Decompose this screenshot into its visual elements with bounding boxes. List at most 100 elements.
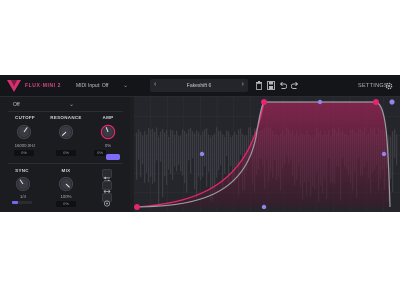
waveform-bar <box>136 132 138 180</box>
waveform-bar <box>156 127 158 161</box>
midi-input-label: MIDI Input: Off <box>76 83 109 89</box>
target-button[interactable] <box>102 193 112 207</box>
curve-handle[interactable] <box>381 151 387 157</box>
waveform-bar <box>142 135 144 165</box>
waveform-bar <box>206 128 208 187</box>
waveform-bar <box>140 132 142 178</box>
waveform-bar <box>172 130 174 180</box>
waveform-bar <box>230 136 232 166</box>
waveform-bar <box>154 131 156 183</box>
top-bar: FLUX·MINI 2 MIDI Input: Off ⌄ ‹ Fakeshif… <box>0 75 400 97</box>
waveform-bar <box>218 130 220 171</box>
waveform-bar <box>190 127 192 174</box>
envelope-point[interactable] <box>134 204 140 210</box>
cutoff-label: CUTOFF <box>15 115 35 120</box>
divider <box>8 163 123 164</box>
amp-knob[interactable] <box>100 124 116 140</box>
waveform-bar <box>208 134 210 172</box>
waveform-bar <box>162 128 164 197</box>
settings-button[interactable]: SETTINGS <box>358 83 388 89</box>
mix-mod-amount[interactable]: 0% <box>56 201 76 207</box>
preset-name[interactable]: Fakeshift 6 <box>150 83 248 89</box>
sync-knob[interactable] <box>15 176 31 192</box>
waveform-bar <box>178 136 180 165</box>
waveform-bar <box>158 136 160 204</box>
mix-knob[interactable] <box>58 176 74 192</box>
waveform-bar <box>236 134 238 166</box>
collapse-button[interactable] <box>102 169 112 183</box>
resonance-knob[interactable] <box>58 124 74 140</box>
waveform-bar <box>392 131 394 193</box>
save-icon[interactable] <box>267 81 275 90</box>
preset-bar: ‹ Fakeshift 6 › <box>150 79 248 92</box>
target-icon <box>104 200 110 207</box>
envelope-point[interactable] <box>373 99 379 105</box>
waveform-bar <box>394 129 396 158</box>
waveform-bar <box>390 136 392 179</box>
waveform-bar <box>184 131 186 184</box>
undo-icon[interactable] <box>279 81 287 90</box>
chevron-down-icon: ⌄ <box>122 83 128 89</box>
gear-icon[interactable] <box>385 82 393 90</box>
waveform-bar <box>144 131 146 183</box>
envelope-editor[interactable] <box>134 97 400 212</box>
cutoff-value: 16000.0Hz <box>14 143 36 148</box>
sync-label: SYNC <box>15 168 29 173</box>
logo-icon <box>7 80 21 92</box>
waveform-bar <box>192 131 194 159</box>
trash-icon[interactable] <box>255 81 263 90</box>
amp-mod-toggle[interactable] <box>106 154 120 160</box>
waveform-bar <box>168 136 170 170</box>
curve-handle[interactable] <box>317 99 323 105</box>
curve-handle[interactable] <box>261 204 267 210</box>
waveform-bar <box>220 130 222 166</box>
resonance-label: RESONANCE <box>50 115 82 120</box>
waveform-bar <box>200 135 202 181</box>
midi-input-select[interactable]: MIDI Input: Off ⌄ <box>70 79 130 92</box>
waveform-bar <box>180 135 182 172</box>
sync-slider[interactable] <box>12 201 32 204</box>
brand-name: FLUX·MINI 2 <box>25 83 62 89</box>
curve-handle[interactable] <box>199 151 205 157</box>
waveform-bar <box>186 133 188 193</box>
preset-next-button[interactable]: › <box>242 81 244 88</box>
mode-select[interactable]: Off ⌄ <box>10 100 76 110</box>
waveform-bar <box>160 131 162 162</box>
plugin-window: FLUX·MINI 2 MIDI Input: Off ⌄ ‹ Fakeshif… <box>0 75 400 212</box>
resonance-mod-amount[interactable]: 0% <box>56 150 76 156</box>
expand-button[interactable] <box>102 181 112 194</box>
waveform-bar <box>146 134 148 173</box>
envelope-point[interactable] <box>261 99 267 105</box>
amp-mod-amount[interactable]: 0% <box>94 150 106 156</box>
waveform-bar <box>194 133 196 190</box>
left-panel: Off ⌄ CUTOFF 16000.0Hz 0% RESONANCE 0% A… <box>0 97 130 212</box>
waveform-bar <box>148 127 150 183</box>
waveform-bar <box>198 131 200 177</box>
waveform-bar <box>152 128 154 184</box>
waveform-bar <box>170 129 172 175</box>
waveform-bar <box>196 130 198 199</box>
mix-value: 100% <box>60 194 72 199</box>
mix-label: MIX <box>61 168 71 173</box>
envelope-graph[interactable] <box>134 97 400 212</box>
waveform-bar <box>166 129 168 186</box>
curve-handle[interactable] <box>389 99 395 105</box>
waveform-bar <box>188 129 190 161</box>
mode-select-label: Off <box>13 102 20 108</box>
divider <box>8 111 123 112</box>
amp-value: 0% <box>104 143 112 148</box>
waveform-bar <box>214 133 216 193</box>
chevron-down-icon: ⌄ <box>68 102 74 108</box>
waveform-bar <box>176 130 178 172</box>
waveform-bar <box>138 129 140 160</box>
waveform-bar <box>396 134 398 166</box>
redo-icon[interactable] <box>291 81 299 90</box>
waveform-bar <box>240 128 242 155</box>
cutoff-knob[interactable] <box>16 124 32 140</box>
sync-value: 1/4 <box>20 194 26 199</box>
waveform-bar <box>204 129 206 167</box>
waveform-bar <box>164 132 166 177</box>
waveform-bar <box>174 134 176 167</box>
sync-slider-fill <box>12 201 18 204</box>
cutoff-mod-amount[interactable]: 0% <box>14 150 34 156</box>
